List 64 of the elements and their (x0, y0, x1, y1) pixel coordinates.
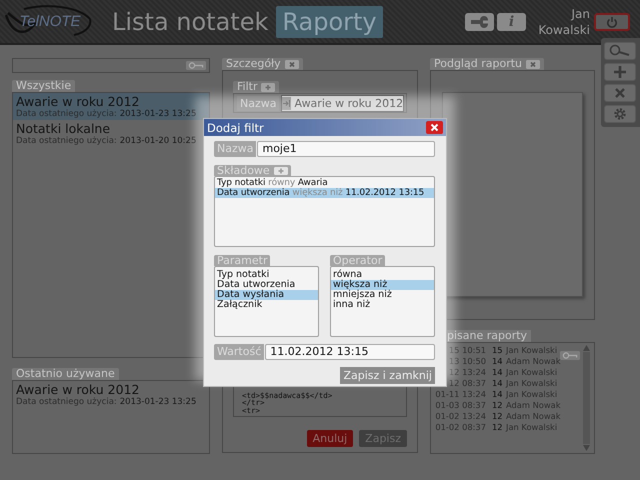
info-button[interactable]: i (497, 12, 526, 30)
meta-value: 2013-01-23 13:25 (120, 397, 196, 407)
nav-tab[interactable]: Raporty (276, 6, 383, 38)
panel-title-text: Szczegóły (226, 58, 281, 70)
report-number: 12 (492, 422, 502, 433)
name-field[interactable]: Awarie w roku 2012 (281, 94, 404, 112)
list-item[interactable]: Data utworzenia (215, 280, 318, 290)
list-item[interactable]: większa niż (331, 280, 434, 290)
key-icon (560, 351, 580, 360)
search-field[interactable] (12, 58, 210, 73)
dialog-title: Dodaj filtr (207, 120, 264, 134)
note-item[interactable]: Awarie w roku 2012 Data ostatniego użycia: 2013-01-23 13:25 (13, 93, 209, 120)
nav-tab[interactable]: Lista notatek (106, 6, 274, 38)
key-icon (186, 61, 206, 70)
meta-label: Data ostatniego użycia: (16, 397, 117, 407)
report-number: 14 (492, 367, 502, 378)
list-title: Wszystkie (12, 80, 76, 92)
meta-label: Data ostatniego użycia: (16, 136, 117, 146)
field-label: Nazwa (237, 96, 280, 110)
value-field[interactable]: 11.02.2012 13:15 (265, 344, 435, 360)
list-item[interactable]: Typ notatki (215, 270, 318, 280)
up-arrow-icon (583, 345, 590, 351)
meta-value: 2013-01-23 13:25 (120, 109, 196, 119)
power-button[interactable] (594, 12, 630, 30)
list-title: Ostatnio używane (12, 368, 119, 380)
close-icon (430, 123, 439, 132)
report-number: 14 (492, 389, 502, 400)
report-number: 14 (492, 356, 502, 367)
cancel-button[interactable]: Anuluj (306, 430, 354, 447)
search-icon (609, 44, 631, 58)
list-item[interactable]: inna niż (331, 300, 434, 310)
meta-value: 2013-01-20 10:25 (120, 136, 196, 146)
report-number: 14 (492, 378, 502, 389)
power-icon (606, 16, 618, 28)
report-number: 12 (492, 400, 502, 411)
component-item[interactable]: Typ notatki równy Awaria (215, 178, 434, 188)
list-item[interactable]: mniejsza niż (331, 290, 434, 300)
list-item[interactable]: Załącznik (215, 300, 318, 310)
note-title: Notatki lokalne (16, 121, 112, 136)
delete-button[interactable] (604, 84, 636, 102)
name-field[interactable]: moje1 (257, 141, 435, 157)
down-arrow-icon (583, 445, 590, 451)
user-name: Jan Kowalski (537, 6, 590, 38)
list-item[interactable]: równa (331, 270, 434, 280)
note-item[interactable]: Awarie w roku 2012 Data ostatniego użycia: 2013-01-23 13:25 (13, 381, 209, 408)
scrollbar[interactable] (583, 345, 590, 451)
report-number: 12 (492, 411, 502, 422)
wrench-icon (470, 16, 490, 28)
meta-label: Data ostatniego użycia: (16, 109, 117, 119)
note-title: Awarie w roku 2012 (16, 382, 140, 397)
note-title: Awarie w roku 2012 (16, 94, 140, 109)
search-button[interactable] (604, 42, 636, 60)
settings-button[interactable] (465, 12, 494, 30)
report-number: 15 (492, 345, 502, 356)
save-close-button[interactable]: Zapisz i zamknij (340, 367, 435, 384)
close-button[interactable] (426, 121, 443, 134)
panel-title-text: Podgląd raportu (434, 58, 522, 70)
section-title-text: Filtr (237, 81, 258, 93)
add-button[interactable] (604, 63, 636, 81)
settings-button[interactable] (604, 105, 636, 123)
list-item[interactable]: Data wysłania (215, 290, 318, 300)
logo-text: TelNOTE (19, 13, 81, 30)
component-item[interactable]: Data utworzenia większa niż 11.02.2012 13:15 (215, 188, 434, 198)
arrow-icon (282, 96, 292, 110)
